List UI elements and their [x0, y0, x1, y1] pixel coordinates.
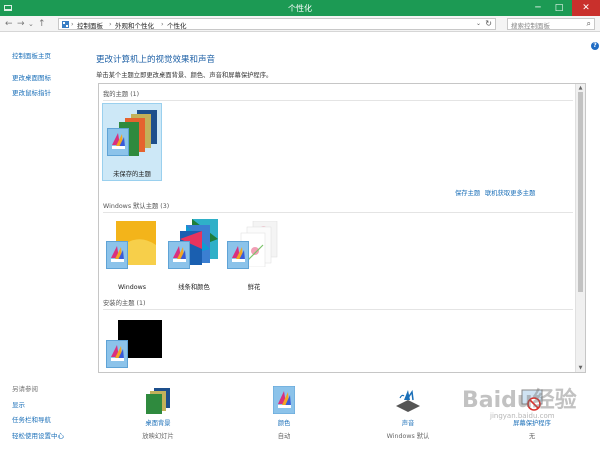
desktop-background-setting[interactable]: 桌面背景 放映幻灯片 — [118, 386, 198, 440]
scroll-thumb[interactable] — [578, 92, 583, 292]
theme-installed[interactable] — [102, 316, 164, 372]
breadcrumb-separator: › — [109, 20, 112, 28]
my-themes-heading: 我的主题 (1) — [103, 91, 140, 98]
minimize-button[interactable]: ─ — [528, 0, 548, 16]
window-title: 个性化 — [288, 4, 312, 13]
address-dropdown-icon[interactable]: ⌄ — [476, 20, 481, 27]
setting-value: 放映幻灯片 — [142, 433, 174, 440]
section-divider — [103, 309, 573, 310]
breadcrumb-appearance[interactable]: 外观和个性化 — [115, 20, 154, 30]
theme-label: 未保存的主题 — [113, 171, 151, 178]
palette-icon — [227, 241, 249, 269]
setting-value: Windows 默认 — [386, 433, 430, 440]
section-divider — [103, 100, 573, 101]
setting-label: 声音 — [401, 420, 415, 427]
title-bar: 个性化 ─ □ ✕ — [0, 0, 600, 16]
page-description: 单击某个主题立即更改桌面背景、颜色、声音和屏幕保护程序。 — [96, 72, 273, 79]
refresh-icon[interactable]: ↻ — [485, 19, 492, 28]
setting-label: 桌面背景 — [145, 420, 171, 427]
sounds-setting[interactable]: 声音 Windows 默认 — [368, 386, 448, 440]
color-setting[interactable]: 颜色 自动 — [244, 385, 324, 440]
sidebar-home-link[interactable]: 控制面板主页 — [12, 50, 51, 60]
save-theme-link[interactable]: 保存主题 — [455, 188, 480, 197]
forward-button[interactable]: → — [17, 19, 25, 29]
theme-label: 鲜花 — [247, 284, 261, 291]
setting-value: 自动 — [277, 433, 291, 440]
vertical-scrollbar[interactable]: ▲ ▼ — [575, 84, 585, 372]
sidebar-item-desktop-icons[interactable]: 更改桌面图标 — [12, 72, 51, 82]
sidebar-item-mouse-pointers[interactable]: 更改鼠标指针 — [12, 87, 51, 97]
scroll-down-icon[interactable]: ▼ — [576, 365, 585, 371]
maximize-button[interactable]: □ — [549, 0, 569, 16]
windows-themes-heading: Windows 默认主题 (3) — [103, 203, 170, 210]
page-title: 更改计算机上的视觉效果和声音 — [96, 55, 216, 65]
search-placeholder: 搜索控制面板 — [511, 22, 550, 30]
help-icon[interactable]: ? — [591, 42, 599, 50]
see-also-ease-of-access[interactable]: 轻松使用设置中心 — [12, 430, 64, 440]
watermark: Baidu经验 — [462, 388, 577, 413]
get-more-themes-link[interactable]: 联机获取更多主题 — [485, 188, 535, 197]
close-button[interactable]: ✕ — [572, 0, 600, 16]
theme-windows[interactable]: Windows — [102, 219, 162, 293]
color-palette-icon — [270, 385, 298, 415]
palette-icon — [106, 241, 128, 269]
section-divider — [103, 212, 573, 213]
setting-value: 无 — [528, 433, 536, 440]
sounds-icon — [394, 386, 422, 414]
see-also-taskbar[interactable]: 任务栏和导航 — [12, 414, 51, 424]
theme-label: Windows — [117, 284, 147, 291]
theme-label: 线条和颜色 — [178, 284, 210, 291]
back-button[interactable]: ← — [5, 19, 13, 29]
search-icon[interactable]: ⌕ — [587, 19, 591, 29]
palette-icon — [107, 128, 129, 156]
palette-icon — [168, 241, 190, 269]
theme-unsaved[interactable]: 未保存的主题 — [102, 103, 162, 181]
setting-label: 颜色 — [277, 420, 291, 427]
address-bar[interactable]: › 控制面板 › 外观和个性化 › 个性化 ⌄ ↻ — [58, 18, 496, 30]
installed-themes-heading: 安装的主题 (1) — [103, 300, 146, 307]
recent-locations-button[interactable]: ⌄ — [28, 19, 34, 29]
breadcrumb-personalization[interactable]: 个性化 — [167, 20, 187, 30]
watermark-url: jingyan.baidu.com — [490, 412, 555, 420]
see-also-heading: 另请参阅 — [12, 385, 38, 393]
scroll-up-icon[interactable]: ▲ — [576, 85, 585, 91]
breadcrumb-separator: › — [71, 20, 74, 28]
desktop-background-icon — [144, 386, 172, 414]
breadcrumb-separator: › — [161, 20, 164, 28]
theme-list-panel: 我的主题 (1) 未保存的主题 保存主题 联机获取更多主题 Windows 默认… — [98, 83, 586, 373]
palette-icon — [106, 340, 128, 368]
theme-lines-and-colors[interactable]: 线条和颜色 — [162, 219, 226, 293]
up-button[interactable]: ↑ — [38, 19, 46, 29]
address-toolbar: ← → ⌄ ↑ › 控制面板 › 外观和个性化 › 个性化 ⌄ ↻ 搜索控制面板… — [0, 16, 600, 32]
see-also-display[interactable]: 显示 — [12, 399, 25, 409]
control-panel-icon — [62, 21, 69, 28]
search-input[interactable]: 搜索控制面板 ⌕ — [507, 18, 595, 30]
theme-flowers[interactable]: 鲜花 — [223, 219, 285, 293]
breadcrumb-control-panel[interactable]: 控制面板 — [77, 20, 103, 30]
